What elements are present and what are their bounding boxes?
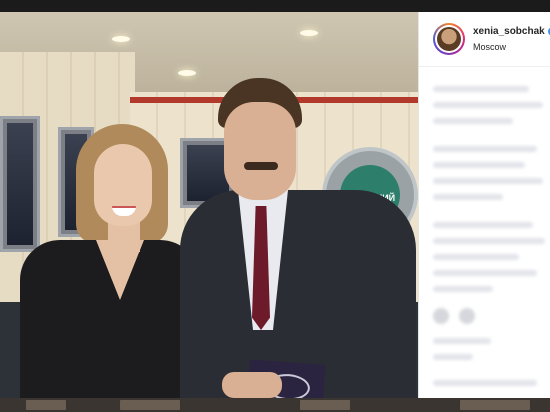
- blurred-comment-line: [433, 146, 537, 152]
- blurred-comment-line: [433, 222, 533, 228]
- blurred-comment-line: [433, 178, 543, 184]
- username-link[interactable]: xenia_sobchak: [473, 26, 545, 37]
- avatar-image: [437, 27, 461, 51]
- post-header: xenia_sobchak✓ Moscow: [419, 12, 550, 67]
- post-photo[interactable]: ВЕЧЕРНИЙ УРГАНТ: [0, 12, 418, 398]
- blurred-comment-line: [433, 238, 545, 244]
- ceiling-light: [300, 30, 318, 36]
- wall-photo-frame: [0, 116, 40, 252]
- ceiling-light: [112, 36, 130, 42]
- blurred-comment-line: [433, 194, 503, 200]
- man-hand: [222, 372, 282, 398]
- bottom-thumbnail-strip: [0, 398, 550, 412]
- thumbnail[interactable]: [460, 400, 530, 410]
- blurred-comment-line: [433, 118, 513, 124]
- blurred-comment-line: [433, 254, 519, 260]
- thumbnail[interactable]: [120, 400, 180, 410]
- thumbnail[interactable]: [300, 400, 350, 410]
- like-icon[interactable]: [433, 308, 449, 324]
- likes-count: [433, 338, 491, 344]
- top-letterbox: [0, 0, 550, 12]
- profile-avatar[interactable]: [433, 23, 465, 55]
- post-side-panel: xenia_sobchak✓ Moscow: [418, 12, 550, 398]
- post-timestamp: [433, 354, 473, 360]
- man-face: [224, 102, 296, 200]
- blurred-comment-line: [433, 270, 537, 276]
- location-link[interactable]: Moscow: [473, 42, 506, 52]
- blurred-comment-line: [433, 102, 543, 108]
- woman-neckline: [96, 240, 144, 300]
- comment-icon[interactable]: [459, 308, 475, 324]
- add-comment-input[interactable]: [433, 380, 537, 386]
- ceiling-light: [178, 70, 196, 76]
- blurred-comment-line: [433, 286, 493, 292]
- man-mustache: [244, 162, 278, 170]
- blurred-comment-line: [433, 86, 529, 92]
- blurred-comment-line: [433, 162, 525, 168]
- thumbnail[interactable]: [26, 400, 66, 410]
